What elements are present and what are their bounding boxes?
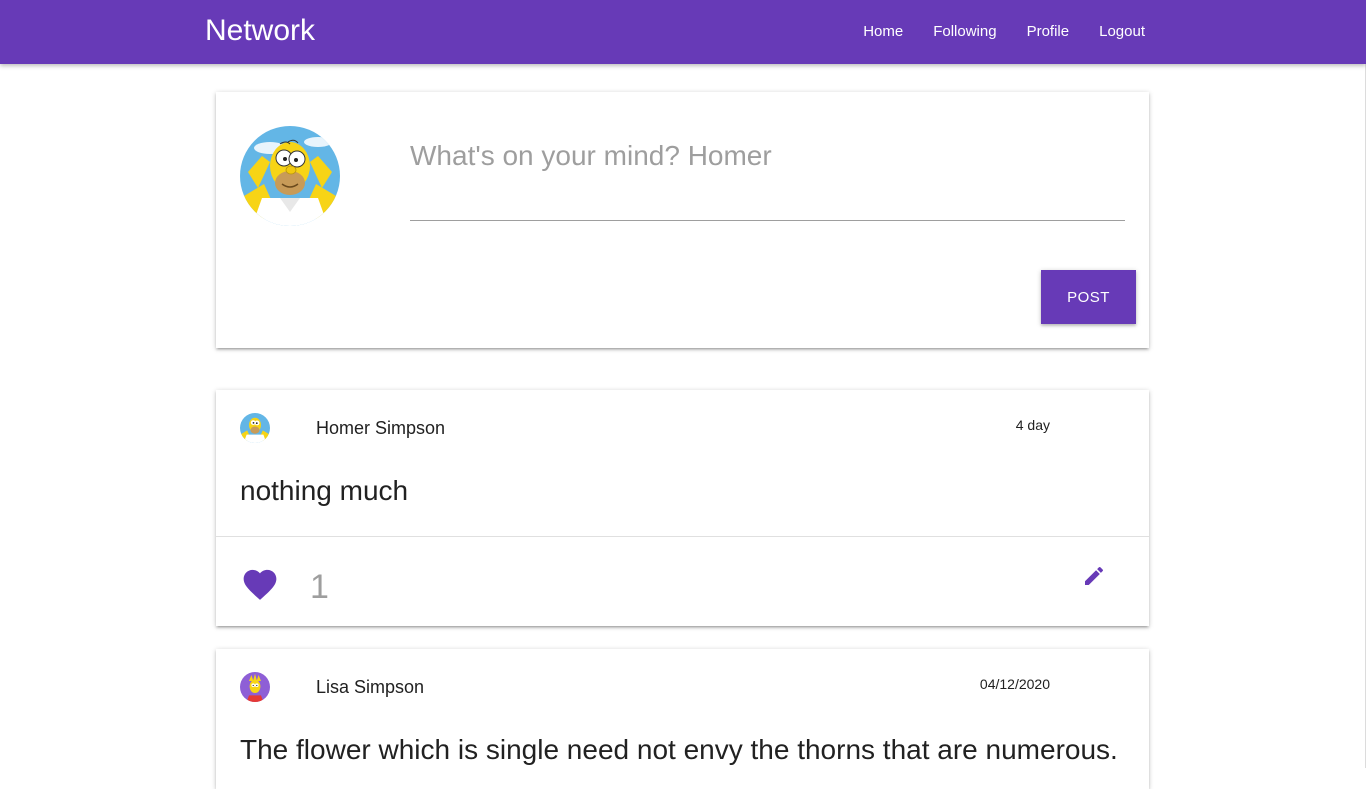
post-content: nothing much	[240, 475, 409, 506]
like-count: 1	[310, 568, 329, 606]
compose-input[interactable]	[410, 132, 1125, 221]
compose-card: POST	[216, 92, 1149, 348]
post-content: The flower which is single need not envy…	[240, 734, 1118, 765]
homer-avatar[interactable]	[240, 413, 270, 443]
post-button[interactable]: POST	[1041, 270, 1136, 324]
post-date: 04/12/2020	[979, 676, 1050, 692]
lisa-avatar[interactable]	[240, 672, 270, 702]
pencil-icon[interactable]	[1082, 564, 1106, 588]
homer-avatar	[240, 126, 340, 226]
post-date: 4 day	[1015, 417, 1050, 433]
post-card: Lisa Simpson 04/12/2020 The flower which…	[216, 649, 1149, 789]
heart-icon[interactable]	[240, 565, 280, 601]
post-author[interactable]: Homer Simpson	[316, 418, 445, 438]
nav-logout-link[interactable]: Logout	[1099, 22, 1145, 42]
post-author[interactable]: Lisa Simpson	[316, 677, 424, 697]
post-footer: 1	[216, 536, 1149, 627]
top-navbar: Network Home Following Profile Logout	[0, 0, 1366, 64]
nav-following-link[interactable]: Following	[933, 22, 996, 42]
nav-links: Home Following Profile Logout	[863, 22, 1145, 42]
post-card: Homer Simpson 4 day nothing much 1	[216, 390, 1149, 626]
brand-logo[interactable]: Network	[205, 13, 315, 49]
nav-home-link[interactable]: Home	[863, 22, 903, 42]
nav-profile-link[interactable]: Profile	[1027, 22, 1070, 42]
